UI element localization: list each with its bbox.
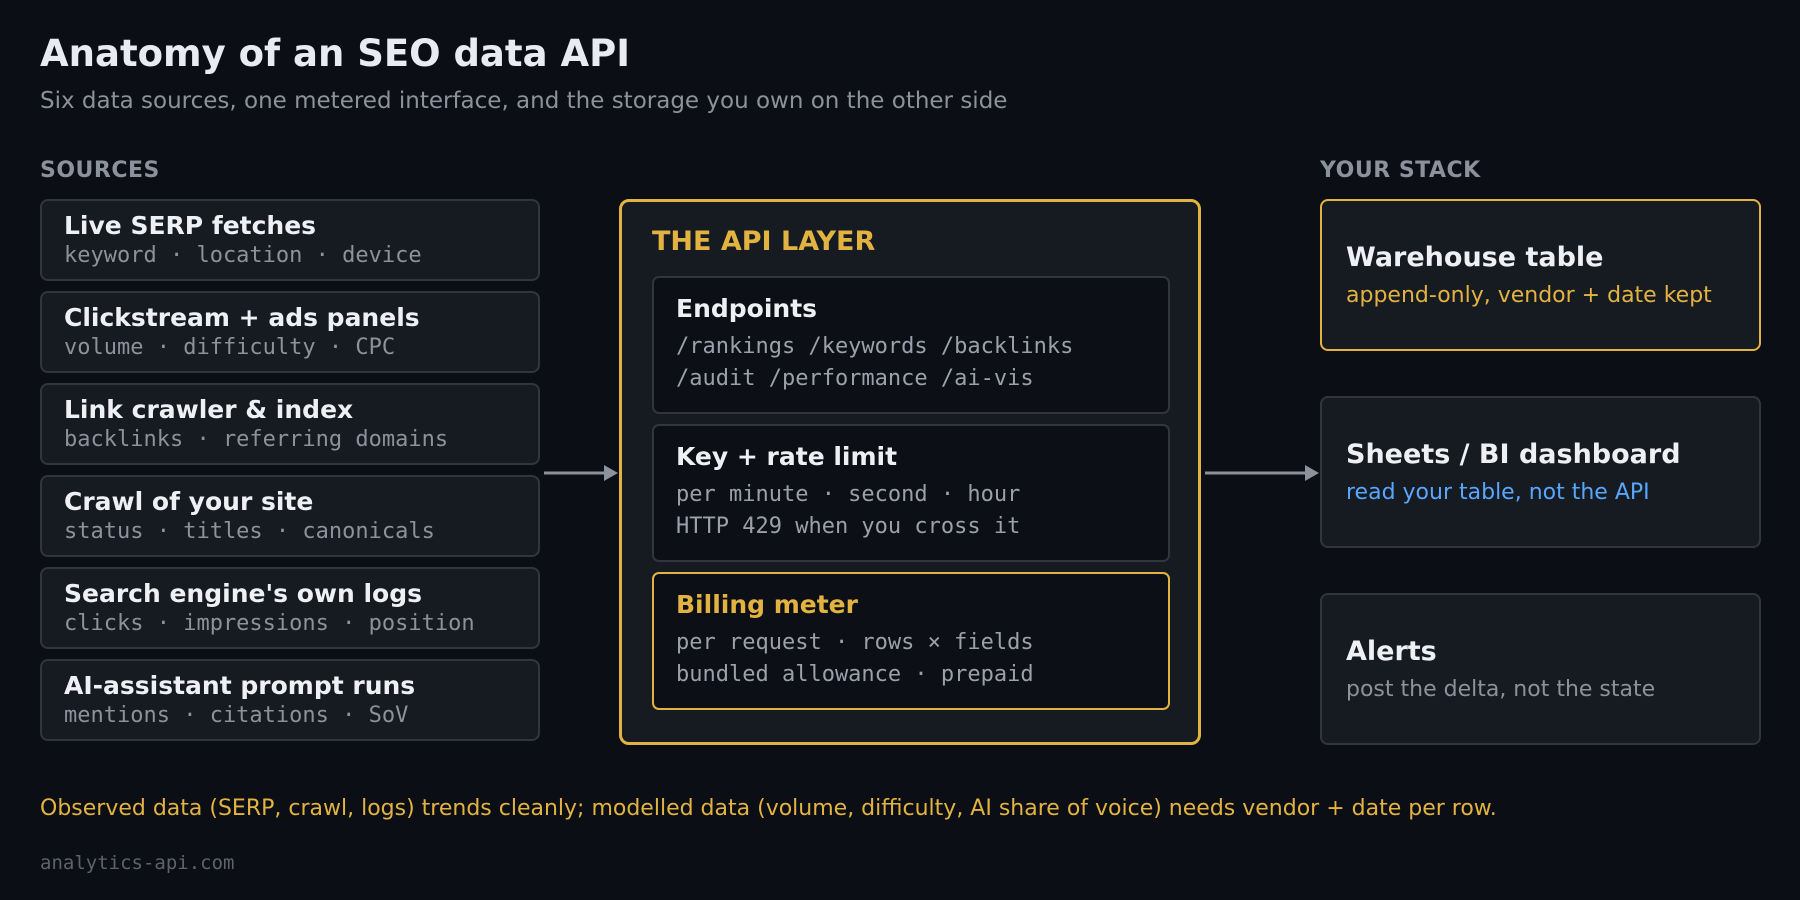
api-layer-label: THE API LAYER <box>652 226 876 257</box>
source-title: Clickstream + ads panels <box>64 303 420 332</box>
source-title: Live SERP fetches <box>64 211 317 240</box>
rate-limit-line: HTTP 429 when you cross it <box>676 514 1021 539</box>
api-layer-panel: THE API LAYER Endpoints /rankings /keywo… <box>619 199 1201 745</box>
source-engine-logs: Search engine's own logs clicks · impres… <box>40 567 540 649</box>
source-detail: status · titles · canonicals <box>64 519 435 544</box>
source-live-serp: Live SERP fetches keyword · location · d… <box>40 199 540 281</box>
source-detail: keyword · location · device <box>64 243 422 268</box>
billing-meter-box: Billing meter per request · rows × field… <box>652 572 1170 710</box>
endpoints-title: Endpoints <box>676 294 818 323</box>
source-site-crawl: Crawl of your site status · titles · can… <box>40 475 540 557</box>
stack-alerts: Alerts post the delta, not the state <box>1320 593 1761 745</box>
endpoints-line: /audit /performance /ai-vis <box>676 366 1034 391</box>
source-ai-prompts: AI-assistant prompt runs mentions · cita… <box>40 659 540 741</box>
source-title: Link crawler & index <box>64 395 354 424</box>
endpoints-box: Endpoints /rankings /keywords /backlinks… <box>652 276 1170 414</box>
stack-detail: post the delta, not the state <box>1346 677 1656 702</box>
source-detail: volume · difficulty · CPC <box>64 335 396 360</box>
stack-detail: read your table, not the API <box>1346 480 1650 505</box>
arrow-sources-to-api <box>544 465 618 481</box>
footnote: Observed data (SERP, crawl, logs) trends… <box>40 796 1497 821</box>
page-title: Anatomy of an SEO data API <box>40 32 630 75</box>
stack-title: Alerts <box>1346 636 1437 667</box>
billing-meter-line: per request · rows × fields <box>676 630 1034 655</box>
sources-label: SOURCES <box>40 158 160 183</box>
source-detail: clicks · impressions · position <box>64 611 475 636</box>
page-subtitle: Six data sources, one metered interface,… <box>40 88 1008 114</box>
rate-limit-line: per minute · second · hour <box>676 482 1021 507</box>
arrow-api-to-stack <box>1205 465 1319 481</box>
rate-limit-box: Key + rate limit per minute · second · h… <box>652 424 1170 562</box>
stack-label: YOUR STACK <box>1320 158 1481 183</box>
source-clickstream: Clickstream + ads panels volume · diffic… <box>40 291 540 373</box>
billing-meter-title: Billing meter <box>676 590 858 619</box>
endpoints-line: /rankings /keywords /backlinks <box>676 334 1074 359</box>
source-title: Search engine's own logs <box>64 579 422 608</box>
source-link-crawler: Link crawler & index backlinks · referri… <box>40 383 540 465</box>
source-detail: mentions · citations · SoV <box>64 703 409 728</box>
stack-warehouse-table: Warehouse table append-only, vendor + da… <box>1320 199 1761 351</box>
stack-bi-dashboard: Sheets / BI dashboard read your table, n… <box>1320 396 1761 548</box>
stack-title: Sheets / BI dashboard <box>1346 439 1681 470</box>
stack-detail: append-only, vendor + date kept <box>1346 283 1712 308</box>
billing-meter-line: bundled allowance · prepaid <box>676 662 1034 687</box>
source-title: Crawl of your site <box>64 487 314 516</box>
source-detail: backlinks · referring domains <box>64 427 449 452</box>
rate-limit-title: Key + rate limit <box>676 442 898 471</box>
source-title: AI-assistant prompt runs <box>64 671 416 700</box>
stack-title: Warehouse table <box>1346 242 1604 273</box>
site-credit: analytics-api.com <box>40 852 235 874</box>
